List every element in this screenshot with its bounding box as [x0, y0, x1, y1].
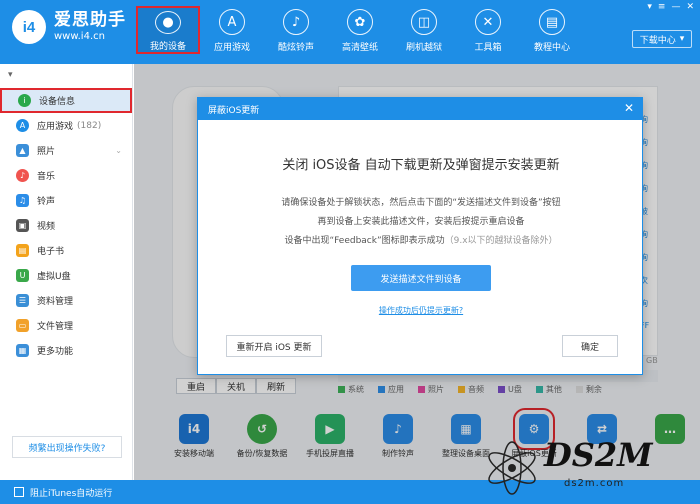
nav-wallpapers[interactable]: ✿ 高清壁纸 [328, 6, 392, 54]
sidebar-item-apps[interactable]: A 应用游戏 (182) [0, 113, 132, 138]
dialog-title: 屏蔽iOS更新 [208, 105, 260, 116]
block-ios-update-dialog: 屏蔽iOS更新 ✕ 关闭 iOS设备 自动下载更新及弹窗提示安装更新 请确保设备… [197, 97, 643, 375]
contacts-icon: ☰ [16, 294, 29, 307]
nav-flash-jailbreak[interactable]: ◫ 刷机越狱 [392, 6, 456, 54]
help-link[interactable]: 频繁出现操作失败? [12, 436, 122, 458]
itunes-autorun-checkbox[interactable] [14, 487, 24, 497]
music-icon: ♪ [16, 169, 29, 182]
app-logo: i4 爱思助手 www.i4.cn [12, 10, 126, 44]
sidebar-item-ebooks[interactable]: ▤ 电子书 [0, 238, 132, 263]
book-icon: ▤ [539, 9, 565, 35]
dialog-instructions: 请确保设备处于解锁状态，然后点击下面的“发送描述文件到设备”按钮 再到设备上安装… [281, 198, 561, 246]
nav-tutorials[interactable]: ▤ 教程中心 [520, 6, 584, 54]
chevron-down-icon: ▾ [679, 34, 685, 44]
close-window-icon[interactable]: ✕ [686, 2, 694, 12]
shirt-icon[interactable]: ▾ [647, 2, 652, 12]
sidebar-item-more[interactable]: ▦ 更多功能 [0, 338, 132, 363]
sidebar: ▾ i 设备信息 A 应用游戏 (182) ▲ 照片 ⌄ ♪ 音乐 ♫ 铃声 ▣… [0, 64, 133, 480]
sidebar-item-music[interactable]: ♪ 音乐 [0, 163, 132, 188]
video-icon: ▣ [16, 219, 29, 232]
bell-icon: ♪ [283, 9, 309, 35]
main-nav: ● 我的设备 A 应用游戏 ♪ 酷炫铃声 ✿ 高清壁纸 ◫ 刷机越狱 ✕ 工具箱 [136, 6, 584, 54]
flower-icon: ✿ [347, 9, 373, 35]
app-name: 爱思助手 [54, 10, 126, 30]
reenable-ios-update-button[interactable]: 重新开启 iOS 更新 [226, 335, 322, 357]
top-header: i4 爱思助手 www.i4.cn ● 我的设备 A 应用游戏 ♪ 酷炫铃声 ✿… [0, 0, 700, 64]
folder-icon: ▭ [16, 319, 29, 332]
atom-logo-icon [488, 441, 536, 495]
info-icon: i [18, 94, 31, 107]
nav-my-device[interactable]: ● 我的设备 [136, 6, 200, 54]
still-prompted-link[interactable]: 操作成功后仍提示更新? [198, 305, 644, 316]
nav-ringtones[interactable]: ♪ 酷炫铃声 [264, 6, 328, 54]
device-selector[interactable]: ▾ [0, 64, 132, 88]
photo-icon: ▲ [16, 144, 29, 157]
app-store-icon: A [16, 119, 29, 132]
menu-icon[interactable]: ≡ [658, 2, 666, 12]
apple-icon: ● [155, 11, 181, 34]
box-icon: ◫ [411, 9, 437, 35]
window-controls: ▾ ≡ — ✕ [647, 2, 694, 12]
app-store-icon: A [219, 9, 245, 35]
usb-icon: U [16, 269, 29, 282]
bell-icon: ♫ [16, 194, 29, 207]
watermark-url: ds2m.com [564, 478, 625, 489]
sidebar-item-data[interactable]: ☰ 资料管理 [0, 288, 132, 313]
sidebar-item-files[interactable]: ▭ 文件管理 [0, 313, 132, 338]
minimize-icon[interactable]: — [671, 2, 680, 12]
send-profile-button[interactable]: 发送描述文件到设备 [351, 265, 491, 291]
tools-icon: ✕ [475, 9, 501, 35]
close-icon[interactable]: ✕ [624, 101, 634, 115]
dialog-heading: 关闭 iOS设备 自动下载更新及弹窗提示安装更新 [282, 158, 560, 173]
sidebar-item-video[interactable]: ▣ 视频 [0, 213, 132, 238]
itunes-autorun-label: 阻止iTunes自动运行 [30, 488, 113, 499]
sidebar-item-photos[interactable]: ▲ 照片 ⌄ [0, 138, 132, 163]
chevron-down-icon[interactable]: ⌄ [115, 146, 122, 155]
download-center-button[interactable]: 下载中心 ▾ [632, 30, 692, 48]
nav-toolbox[interactable]: ✕ 工具箱 [456, 6, 520, 54]
watermark-brand: DS2M [544, 436, 653, 474]
grid-icon: ▦ [16, 344, 29, 357]
sidebar-item-device-info[interactable]: i 设备信息 [0, 88, 132, 113]
sidebar-item-ringtones[interactable]: ♫ 铃声 [0, 188, 132, 213]
watermark: DS2M ds2m.com [482, 434, 696, 500]
ok-button[interactable]: 确定 [562, 335, 618, 357]
app-window: i4 爱思助手 www.i4.cn ● 我的设备 A 应用游戏 ♪ 酷炫铃声 ✿… [0, 0, 700, 504]
sidebar-item-usb[interactable]: U 虚拟U盘 [0, 263, 132, 288]
book-icon: ▤ [16, 244, 29, 257]
logo-badge-icon: i4 [12, 10, 46, 44]
nav-apps-games[interactable]: A 应用游戏 [200, 6, 264, 54]
dialog-header: 屏蔽iOS更新 ✕ [198, 98, 642, 120]
app-url: www.i4.cn [54, 31, 105, 42]
